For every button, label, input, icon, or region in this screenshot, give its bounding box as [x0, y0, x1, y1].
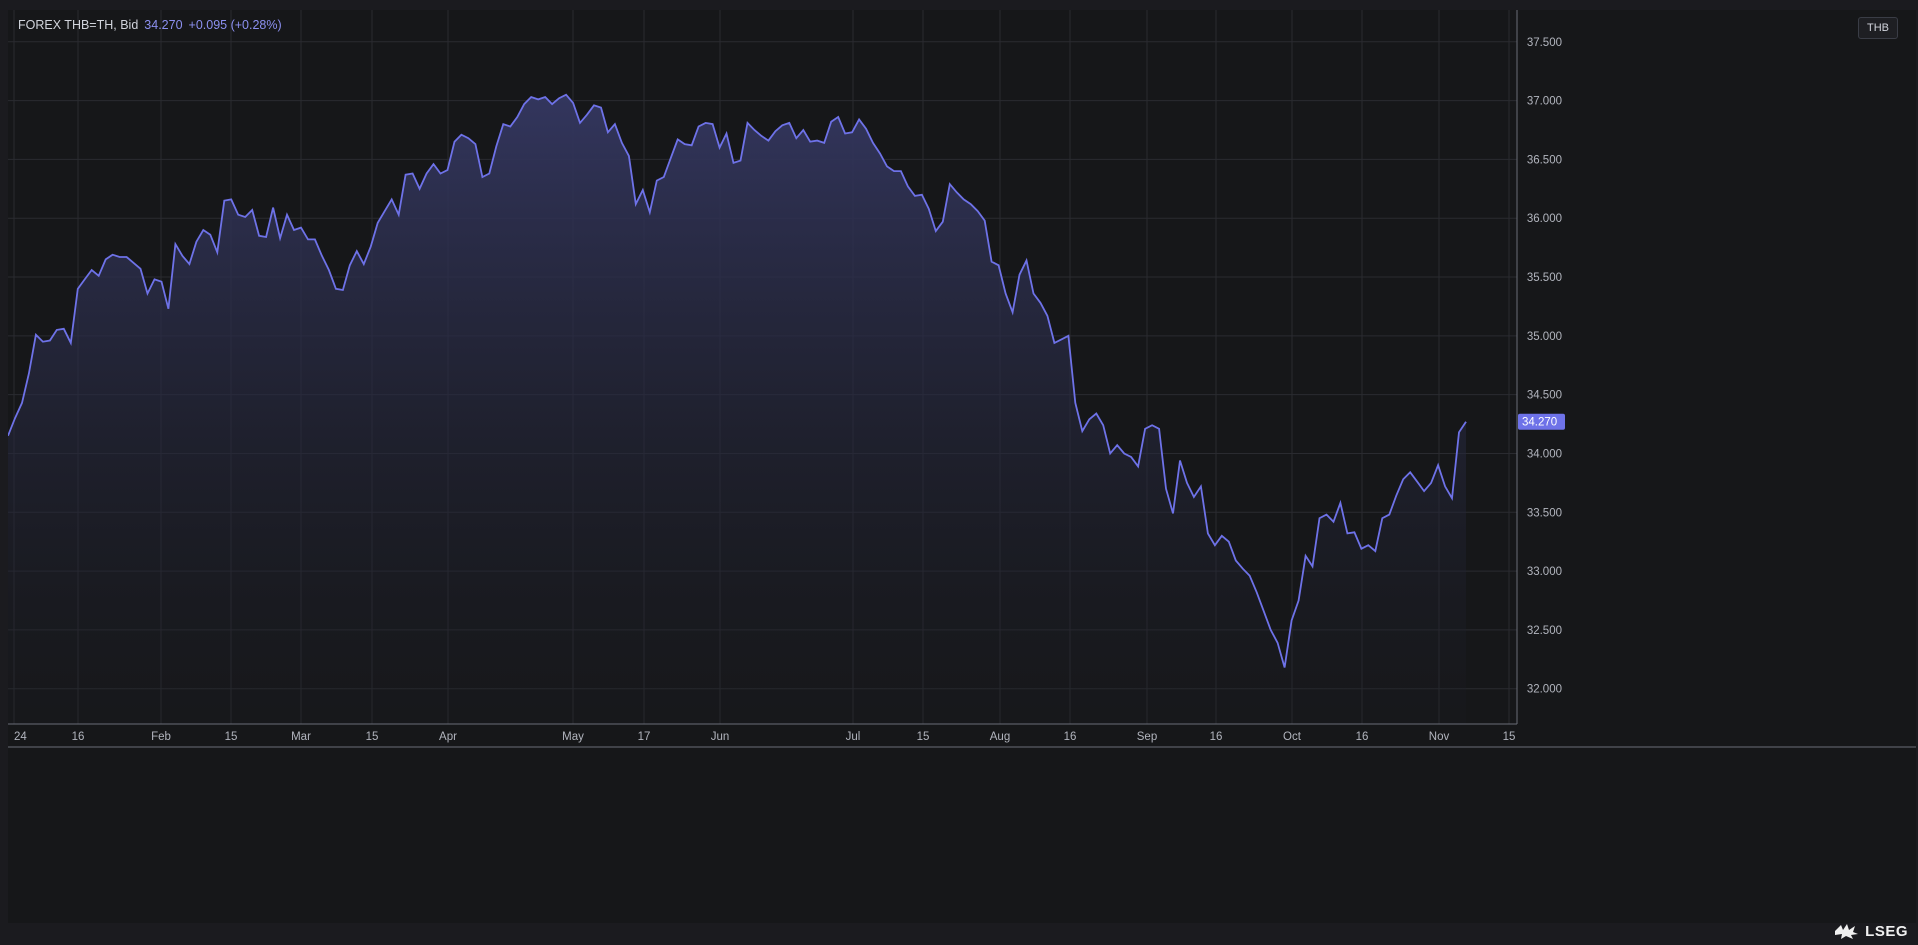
- y-tick-label: 36.000: [1527, 213, 1562, 225]
- x-tick-label: Jul: [846, 731, 861, 743]
- y-tick-label: 34.500: [1527, 390, 1562, 402]
- last-price-tag: 34.270: [1518, 413, 1565, 430]
- x-tick-label: 24: [14, 731, 27, 743]
- x-tick-label: 16: [1210, 731, 1223, 743]
- x-tick-label: Feb: [151, 731, 171, 743]
- last-value: 34.270: [144, 18, 183, 32]
- y-tick-label: 33.000: [1527, 566, 1562, 578]
- x-tick-label: 16: [72, 731, 85, 743]
- price-chart[interactable]: 32.000 32.500 33.000 33.500 34.000 34.500 35.0…: [8, 10, 1916, 940]
- x-tick-label: Mar: [291, 731, 311, 743]
- x-tick-label: Aug: [990, 731, 1010, 743]
- x-tick-label: 17: [638, 731, 651, 743]
- y-tick-label: 37.500: [1527, 37, 1562, 49]
- price-area-fill: [8, 94, 1466, 724]
- x-tick-label: Oct: [1283, 731, 1302, 743]
- y-tick-label: 36.500: [1527, 154, 1562, 166]
- footer-bar: [0, 923, 1918, 945]
- currency-unit-button[interactable]: THB: [1858, 17, 1898, 39]
- chart-frame: 32.000 32.500 33.000 33.500 34.000 34.500 35.0…: [8, 10, 1916, 940]
- last-price-label: 34.270: [1522, 417, 1557, 429]
- x-tick-label: 15: [917, 731, 930, 743]
- chart-legend: FOREX THB=TH, Bid 34.270 +0.095 (+0.28%): [18, 18, 282, 32]
- change-value: +0.095 (+0.28%): [188, 18, 282, 32]
- y-axis[interactable]: 32.000 32.500 33.000 33.500 34.000 34.500 35.0…: [1516, 10, 1562, 724]
- y-tick-label: 35.500: [1527, 272, 1562, 284]
- x-tick-label: Sep: [1137, 731, 1157, 743]
- y-tick-label: 32.500: [1527, 625, 1562, 637]
- y-tick-label: 33.500: [1527, 507, 1562, 519]
- x-tick-label: Nov: [1429, 731, 1450, 743]
- y-tick-label: 34.000: [1527, 448, 1562, 460]
- x-tick-label: Apr: [439, 731, 457, 743]
- x-tick-label: 15: [1503, 731, 1516, 743]
- x-tick-label: 16: [1356, 731, 1369, 743]
- brand-name: LSEG: [1865, 922, 1908, 940]
- brand-logo: LSEG: [1833, 919, 1908, 943]
- y-tick-label: 32.000: [1527, 684, 1562, 696]
- symbol-label: FOREX THB=TH, Bid: [18, 18, 139, 32]
- x-tick-label: 15: [225, 731, 238, 743]
- x-tick-label: May: [562, 731, 584, 743]
- lseg-mark-icon: [1835, 924, 1859, 939]
- x-tick-label: Jun: [711, 731, 730, 743]
- x-axis[interactable]: 24 16 Feb 15 Mar 15 Apr May 17 Jun Jul 15 Aug 16 Sep 16…: [8, 723, 1916, 748]
- y-tick-label: 37.000: [1527, 96, 1562, 108]
- x-tick-label: 16: [1064, 731, 1077, 743]
- y-tick-label: 35.000: [1527, 331, 1562, 343]
- x-tick-label: 15: [366, 731, 379, 743]
